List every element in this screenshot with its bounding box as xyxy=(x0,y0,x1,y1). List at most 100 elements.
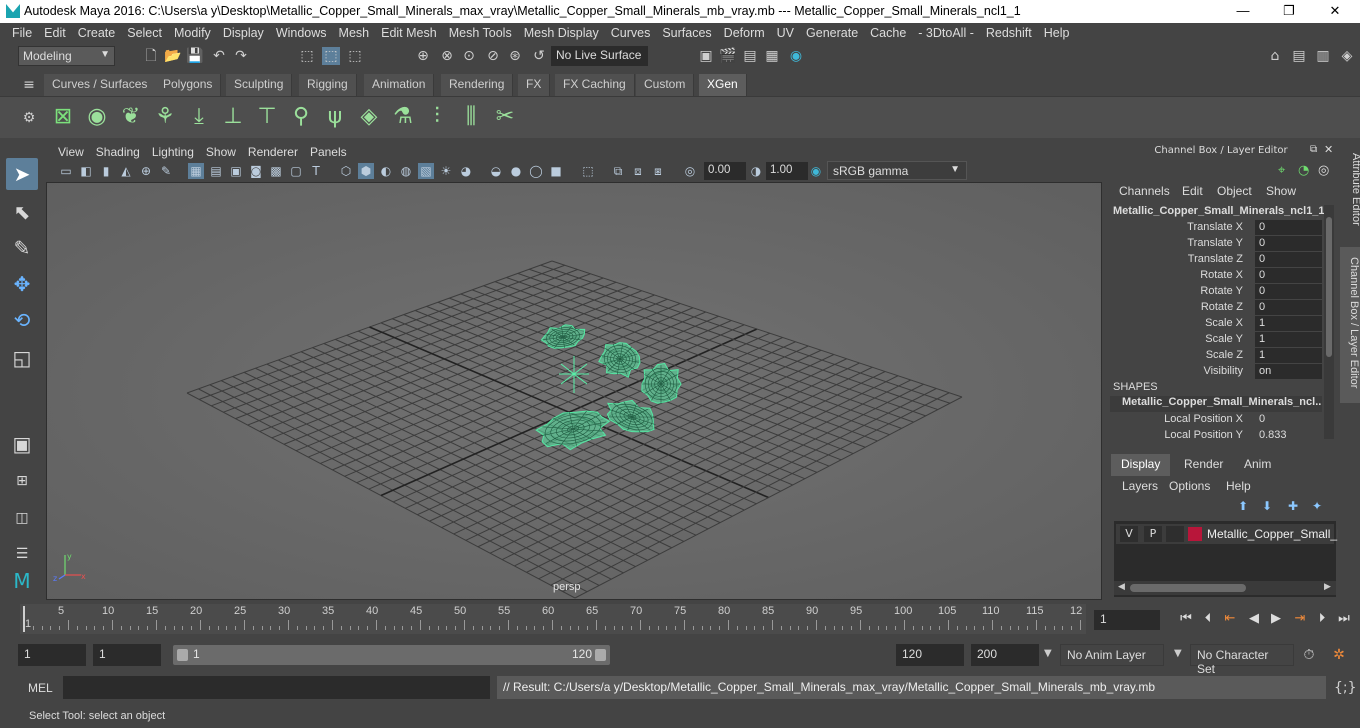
tab-render[interactable]: Render xyxy=(1174,454,1233,476)
menu-deform[interactable]: Deform xyxy=(718,26,771,40)
snap-surface-icon[interactable]: ⊛ xyxy=(506,47,524,65)
single-view-icon[interactable]: ▣ xyxy=(6,428,38,460)
attribute-editor-tab[interactable]: Attribute Editor xyxy=(1342,153,1360,226)
selected-object-name[interactable]: Metallic_Copper_Small_Minerals_ncl1_1 xyxy=(1113,205,1325,217)
save-scene-icon[interactable]: 💾 xyxy=(186,47,204,65)
menu-create[interactable]: Create xyxy=(72,26,122,40)
shelf-menu-icon[interactable]: ≡ xyxy=(20,76,38,94)
tab-fx[interactable]: FX xyxy=(518,74,551,96)
hud-icon[interactable]: ⧉ xyxy=(610,163,626,179)
channels-menu[interactable]: Channels xyxy=(1119,184,1170,198)
float-panel-icon[interactable]: ⧉ xyxy=(1310,144,1317,155)
snap-point-icon[interactable]: ⊙ xyxy=(460,47,478,65)
xgen-rebuild-icon[interactable]: ⚗ xyxy=(388,102,418,132)
maya-m-icon[interactable]: M xyxy=(6,565,38,597)
menu-mesh-display[interactable]: Mesh Display xyxy=(518,26,605,40)
command-input[interactable] xyxy=(63,676,490,699)
menu-edit-mesh[interactable]: Edit Mesh xyxy=(375,26,443,40)
scrollbar-thumb[interactable] xyxy=(1130,584,1246,592)
go-to-end-icon[interactable]: ⏭ xyxy=(1336,611,1352,627)
attr-value-field[interactable]: 1 xyxy=(1255,348,1322,363)
live-surface-field[interactable]: No Live Surface xyxy=(551,46,648,66)
xgen-create-guide-icon[interactable]: ⊥ xyxy=(218,102,248,132)
new-layer-icon[interactable]: ✚ xyxy=(1288,499,1298,513)
menu-cache[interactable]: Cache xyxy=(864,26,912,40)
play-backward-icon[interactable]: ◀ xyxy=(1246,611,1262,627)
attr-row-local-position-y[interactable]: Local Position Y 0.833 xyxy=(1110,428,1322,444)
tab-sculpting[interactable]: Sculpting xyxy=(226,74,293,96)
xgen-lock-guide-icon[interactable]: ⚲ xyxy=(286,102,316,132)
attr-value-field[interactable]: 0 xyxy=(1255,220,1322,235)
attr-value-field[interactable]: 0 xyxy=(1255,300,1322,315)
undo-icon[interactable]: ↶ xyxy=(210,47,228,65)
snap-view-icon[interactable]: ⊘ xyxy=(484,47,502,65)
layer-color-swatch[interactable] xyxy=(1188,527,1202,541)
attr-row-scale-z[interactable]: Scale Z 1 xyxy=(1110,348,1322,364)
menu-modify[interactable]: Modify xyxy=(168,26,217,40)
channel-box-layer-editor-tab[interactable]: Channel Box / Layer Editor xyxy=(1340,247,1360,403)
paint-select-tool-icon[interactable]: ✎ xyxy=(6,232,38,264)
camera-icon[interactable]: ▭ xyxy=(58,163,74,179)
menu-curves[interactable]: Curves xyxy=(605,26,657,40)
attr-value-field[interactable]: 0.833 xyxy=(1255,428,1322,443)
minimize-button[interactable]: — xyxy=(1220,0,1266,23)
viewport-menu-view[interactable]: View xyxy=(52,145,90,159)
xgen-editor-icon[interactable]: ⊠ xyxy=(48,102,78,132)
attr-value-field[interactable]: 1 xyxy=(1255,316,1322,331)
attr-row-visibility[interactable]: Visibility on xyxy=(1110,364,1322,380)
select-hierarchy-icon[interactable]: ⬚ xyxy=(298,47,316,65)
step-back-frame-icon[interactable]: ⏴ xyxy=(1200,611,1216,627)
snap-grid-icon[interactable]: ⊕ xyxy=(414,47,432,65)
attr-value-field[interactable]: on xyxy=(1255,364,1322,379)
layer-playback-toggle[interactable]: P xyxy=(1144,526,1162,542)
perspective-viewport[interactable]: y x z persp xyxy=(46,182,1102,600)
maximize-button[interactable]: ❐ xyxy=(1266,0,1312,23)
render-frame-icon[interactable]: 🎬 xyxy=(719,47,737,65)
current-frame-field[interactable]: 1 xyxy=(1094,610,1160,630)
character-set-chevron-icon[interactable]: ▼ xyxy=(1174,648,1182,659)
playback-end-field[interactable]: 120 xyxy=(896,644,964,666)
xgen-layers-icon[interactable]: ◈ xyxy=(354,102,384,132)
lasso-tool-icon[interactable]: ⬉ xyxy=(6,196,38,228)
safe-action-icon[interactable]: ▢ xyxy=(288,163,304,179)
motion-blur-icon[interactable]: ⧈ xyxy=(630,163,646,179)
step-back-key-icon[interactable]: ⇤ xyxy=(1222,611,1238,627)
xgen-groom-icon[interactable]: ⫶ xyxy=(422,102,452,132)
playhead[interactable] xyxy=(23,606,25,632)
time-slider[interactable]: 5 10 15 20 25 30 35 40 45 50 55 60 65 70 75 80 85 90 95 100… xyxy=(20,604,1086,634)
use-all-lights-icon[interactable]: ▧ xyxy=(418,163,434,179)
move-tool-icon[interactable]: ✥ xyxy=(6,268,38,300)
range-slider[interactable]: 1 120 xyxy=(173,645,610,665)
attr-row-rotate-y[interactable]: Rotate Y 0 xyxy=(1110,284,1322,300)
scale-tool-icon[interactable]: ◱ xyxy=(6,342,38,374)
2d-pan-icon[interactable]: ⊕ xyxy=(138,163,154,179)
tab-anim[interactable]: Anim xyxy=(1234,454,1281,476)
attr-row-translate-x[interactable]: Translate X 0 xyxy=(1110,220,1322,236)
viewport-menu-renderer[interactable]: Renderer xyxy=(242,145,304,159)
layers-menu[interactable]: Layers xyxy=(1122,479,1158,493)
attr-row-rotate-x[interactable]: Rotate X 0 xyxy=(1110,268,1322,284)
select-component-icon[interactable]: ⬚ xyxy=(346,47,364,65)
wireframe-icon[interactable]: ⬡ xyxy=(338,163,354,179)
attr-value-field[interactable]: 0 xyxy=(1255,268,1322,283)
menu-uv[interactable]: UV xyxy=(771,26,800,40)
shape-node-name[interactable]: Metallic_Copper_Small_Minerals_ncl... xyxy=(1110,396,1322,412)
grease-pencil-icon[interactable]: ✎ xyxy=(158,163,174,179)
range-end-handle[interactable] xyxy=(595,649,606,661)
go-to-start-icon[interactable]: ⏮ xyxy=(1178,611,1194,627)
menu-3dtoall[interactable]: - 3DtoAll - xyxy=(912,26,980,40)
safe-title-icon[interactable]: T xyxy=(308,163,324,179)
grid-toggle-icon[interactable]: ▦ xyxy=(188,163,204,179)
gate-mask-icon[interactable]: ◙ xyxy=(248,163,264,179)
textured-icon[interactable]: ◍ xyxy=(398,163,414,179)
shelf-settings-gear-icon[interactable]: ⚙ xyxy=(20,109,38,127)
animation-start-field[interactable]: 1 xyxy=(18,644,86,666)
close-button[interactable]: ✕ xyxy=(1312,0,1358,23)
tab-fx-caching[interactable]: FX Caching xyxy=(555,74,635,96)
layout-toggle-icon[interactable]: ▤ xyxy=(1290,47,1308,65)
render-view-icon[interactable]: ▣ xyxy=(697,47,715,65)
live-surface-icon[interactable]: ↺ xyxy=(530,47,548,65)
xgen-add-guide-icon[interactable]: ⚘ xyxy=(150,102,180,132)
attr-row-scale-x[interactable]: Scale X 1 xyxy=(1110,316,1322,332)
edit-menu[interactable]: Edit xyxy=(1182,184,1203,198)
